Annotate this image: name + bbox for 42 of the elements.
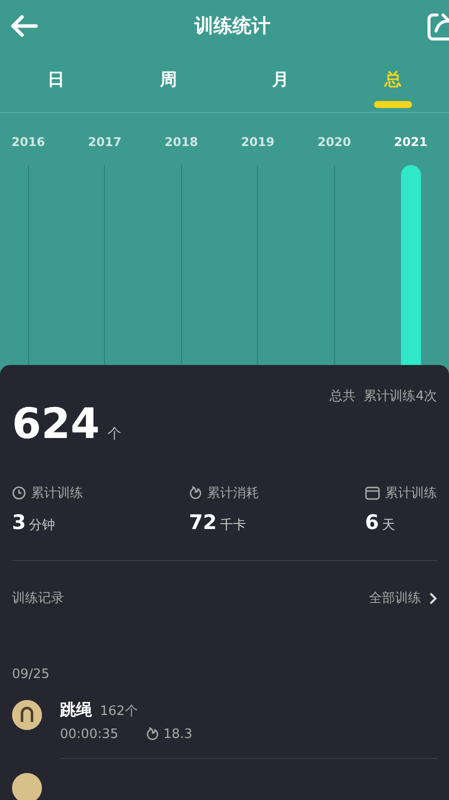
all-records-link[interactable]: 全部训练 xyxy=(369,589,437,607)
flame-icon xyxy=(189,486,202,500)
back-button[interactable] xyxy=(10,15,38,37)
stat-value: 72 xyxy=(189,510,217,534)
stat-label: 累计训练 xyxy=(385,485,437,502)
stat-unit: 天 xyxy=(382,517,395,534)
share-icon xyxy=(427,11,449,41)
record-calories: 18.3 xyxy=(163,727,192,742)
jump-rope-avatar-icon xyxy=(12,700,42,730)
year-label[interactable]: 2016 xyxy=(12,113,45,165)
stat-label: 累计消耗 xyxy=(207,485,259,502)
share-button[interactable] xyxy=(427,11,449,41)
total-sessions: 累计训练4次 xyxy=(364,388,437,405)
year-label[interactable]: 2018 xyxy=(164,113,198,165)
tab[interactable]: 总 xyxy=(336,52,449,112)
tab[interactable]: 日 xyxy=(0,52,112,112)
year-label[interactable]: 2019 xyxy=(241,113,274,165)
stat-unit: 分钟 xyxy=(28,517,55,534)
tab[interactable]: 周 xyxy=(112,52,224,112)
stat-unit: 千卡 xyxy=(220,517,246,534)
record-duration: 00:00:35 xyxy=(60,727,118,742)
calendar-icon xyxy=(365,486,380,500)
stat-value: 3 xyxy=(12,510,26,534)
total-label: 总共 xyxy=(330,388,356,405)
section-title: 训练记录 xyxy=(12,590,64,607)
stat-label: 累计训练 xyxy=(31,485,83,502)
tab[interactable]: 月 xyxy=(224,52,337,112)
total-count: 624 xyxy=(12,399,100,448)
record-count: 162个 xyxy=(100,703,138,720)
page-title: 训练统计 xyxy=(194,14,270,39)
stat-value: 6 xyxy=(365,510,379,534)
chevron-icon xyxy=(429,592,437,604)
year-label[interactable]: 2021 xyxy=(394,113,428,165)
back-icon xyxy=(10,15,38,37)
avatar-icon xyxy=(12,773,42,800)
record-date: 09/25 xyxy=(12,667,50,682)
year-label[interactable]: 2020 xyxy=(318,113,351,165)
flame-icon xyxy=(146,727,160,742)
record-name: 跳绳 xyxy=(60,700,92,721)
count-unit: 个 xyxy=(108,425,122,443)
year-label[interactable]: 2017 xyxy=(88,113,122,165)
clock-icon xyxy=(12,486,26,500)
